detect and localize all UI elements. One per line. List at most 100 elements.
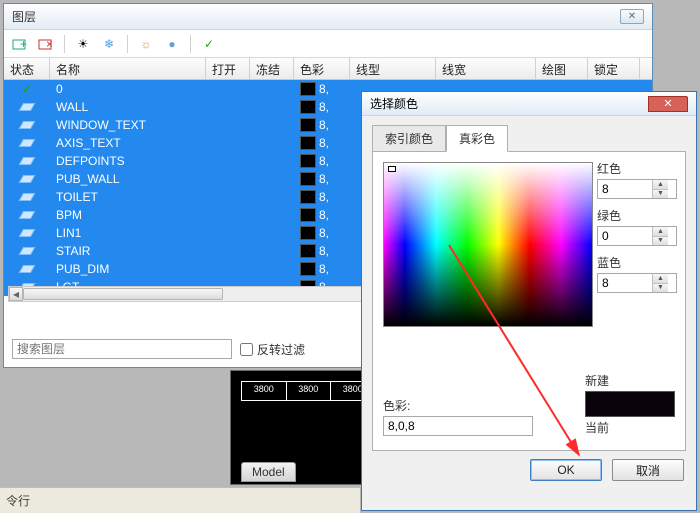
layer-name: WINDOW_TEXT [50,118,206,132]
layers-titlebar[interactable]: 图层 ✕ [4,4,652,30]
layer-name: AXIS_TEXT [50,136,206,150]
layer-name: BPM [50,208,206,222]
color-value-label: 色彩: [383,397,533,414]
blue-label: 蓝色 [597,254,677,271]
color-swatch-icon[interactable] [300,172,316,186]
layers-toolbar: + × ☀ ❄ ☼ ● ✓ [4,30,652,58]
color-swatch-icon[interactable] [300,190,316,204]
ok-button[interactable]: OK [530,459,602,481]
col-lock[interactable]: 锁定 [588,58,640,79]
invert-filter-checkbox[interactable] [240,343,253,356]
layer-icon [19,103,36,111]
close-icon[interactable]: ✕ [648,96,688,112]
color-text: 8, [319,244,329,258]
color-swatch-icon[interactable] [300,226,316,240]
color-text: 8, [319,118,329,132]
color-text: 8, [319,172,329,186]
color-swatch-icon[interactable] [300,262,316,276]
rgb-inputs: 红色 ▲▼ 绿色 ▲▼ 蓝色 ▲▼ [597,160,677,301]
col-open[interactable]: 打开 [206,58,250,79]
col-status[interactable]: 状态 [4,58,50,79]
layer-icon [19,157,36,165]
spin-up-icon[interactable]: ▲ [653,274,668,284]
layer-icon [19,175,36,183]
color-swatch-icon[interactable] [300,208,316,222]
layer-icon [19,247,36,255]
layer-icon [19,211,36,219]
bulb-off-icon[interactable]: ● [164,36,180,52]
col-color[interactable]: 色彩 [294,58,350,79]
toolbar-separator [127,35,128,53]
green-spinner[interactable]: ▲▼ [597,226,677,246]
col-linetype[interactable]: 线型 [350,58,436,79]
spin-up-icon[interactable]: ▲ [653,180,668,190]
red-spinner[interactable]: ▲▼ [597,179,677,199]
delete-layer-icon[interactable]: × [38,36,54,52]
new-layer-icon[interactable]: + [12,36,28,52]
color-text: 8, [319,82,329,96]
color-text: 8, [319,226,329,240]
layer-icon [19,229,36,237]
color-dialog-titlebar[interactable]: 选择颜色 ✕ [362,92,696,116]
color-swatch-icon[interactable] [300,82,316,96]
col-name[interactable]: 名称 [50,58,206,79]
grid-header: 状态 名称 打开 冻结 色彩 线型 线宽 绘图 锁定 [4,58,652,80]
layer-name: PUB_WALL [50,172,206,186]
layer-name: DEFPOINTS [50,154,206,168]
layer-name: 0 [50,82,206,96]
invert-filter-label[interactable]: 反转过滤 [240,341,305,358]
new-label: 新建 [585,372,675,389]
layer-name: WALL [50,100,206,114]
color-tabs: 索引颜色 真彩色 [372,124,696,151]
close-icon[interactable]: ✕ [620,9,644,24]
toolbar-separator [190,35,191,53]
layer-icon [19,121,36,129]
color-swatch-icon[interactable] [300,118,316,132]
layer-name: STAIR [50,244,206,258]
color-value-input[interactable] [383,416,533,436]
svg-text:×: × [46,37,53,51]
scroll-left-icon[interactable]: ◂ [9,287,23,301]
col-lineweight[interactable]: 线宽 [436,58,536,79]
red-input[interactable] [598,180,652,198]
toolbar-separator [64,35,65,53]
spin-down-icon[interactable]: ▼ [653,284,668,293]
ruler-tick: 3800 [286,381,331,401]
blue-input[interactable] [598,274,652,292]
color-text: 8, [319,190,329,204]
color-spectrum[interactable] [383,162,593,327]
col-plot[interactable]: 绘图 [536,58,588,79]
tab-true-color[interactable]: 真彩色 [446,125,508,152]
spin-down-icon[interactable]: ▼ [653,190,668,199]
color-swatch-icon[interactable] [300,244,316,258]
sun-icon[interactable]: ☀ [75,36,91,52]
color-swatch-icon[interactable] [300,136,316,150]
model-tab[interactable]: Model [241,462,296,482]
green-input[interactable] [598,227,652,245]
tab-index-color[interactable]: 索引颜色 [372,125,446,152]
color-swatch-icon[interactable] [300,154,316,168]
svg-text:+: + [20,37,27,51]
command-line[interactable]: 令行 [0,487,360,513]
scroll-thumb[interactable] [23,288,223,300]
check-icon[interactable]: ✓ [201,36,217,52]
check-icon [22,82,32,96]
spin-up-icon[interactable]: ▲ [653,227,668,237]
blue-spinner[interactable]: ▲▼ [597,273,677,293]
cancel-button[interactable]: 取消 [612,459,684,481]
layer-name: PUB_DIM [50,262,206,276]
bulb-on-icon[interactable]: ☼ [138,36,154,52]
layers-title: 图层 [12,8,36,25]
layer-icon [19,265,36,273]
color-swatch-icon[interactable] [300,100,316,114]
search-input[interactable] [12,339,232,359]
color-dialog-title: 选择颜色 [370,95,418,112]
color-text: 8, [319,136,329,150]
color-preview: 新建 当前 [585,372,675,436]
layer-name: LIN1 [50,226,206,240]
snowflake-icon[interactable]: ❄ [101,36,117,52]
col-freeze[interactable]: 冻结 [250,58,294,79]
spin-down-icon[interactable]: ▼ [653,237,668,246]
ruler-tick: 3800 [241,381,286,401]
red-label: 红色 [597,160,677,177]
